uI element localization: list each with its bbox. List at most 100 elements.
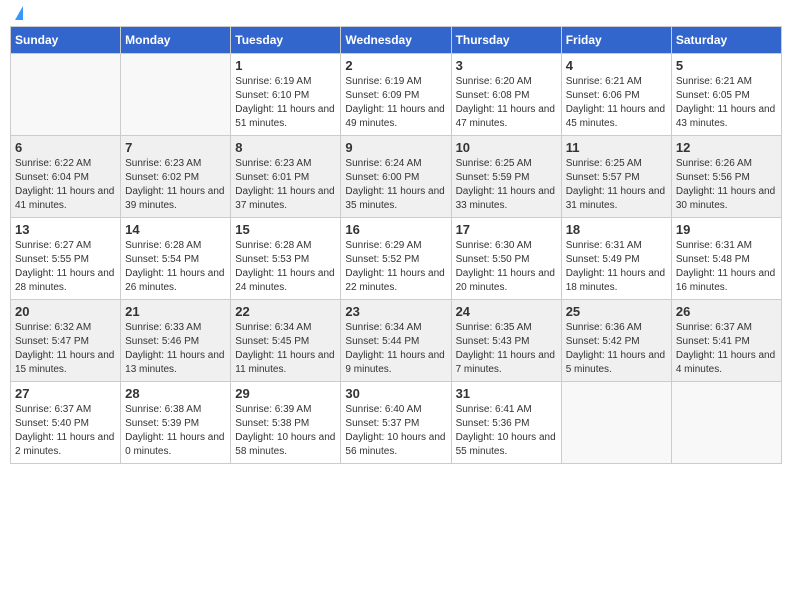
- day-number: 22: [235, 304, 336, 319]
- calendar-cell: 10Sunrise: 6:25 AM Sunset: 5:59 PM Dayli…: [451, 136, 561, 218]
- calendar-cell: 30Sunrise: 6:40 AM Sunset: 5:37 PM Dayli…: [341, 382, 451, 464]
- day-info: Sunrise: 6:41 AM Sunset: 5:36 PM Dayligh…: [456, 403, 557, 459]
- calendar-cell: 15 Sunrise: 6:28 AM Sunset: 5:53 PM Dayli…: [231, 218, 341, 300]
- calendar-table: SundayMondayTuesdayWednesdayThursdayFrid…: [10, 26, 782, 464]
- day-number: 29: [235, 386, 336, 401]
- day-number: 14: [125, 222, 226, 237]
- day-number: 23: [345, 304, 446, 319]
- day-number: 4: [566, 58, 667, 73]
- day-info: Sunrise: 6:27 AM Sunset: 5:55 PM Dayligh…: [15, 239, 116, 295]
- calendar-cell: 29 Sunrise: 6:39 AM Sunset: 5:38 PM Dayli…: [231, 382, 341, 464]
- calendar-week-1: 1 Sunrise: 6:19 AM Sunset: 6:10 PM Daylig…: [11, 54, 782, 136]
- day-number: 13: [15, 222, 116, 237]
- calendar-cell: 23 Sunrise: 6:34 AM Sunset: 5:44 PM Dayli…: [341, 300, 451, 382]
- day-number: 17: [456, 222, 557, 237]
- day-info: Sunrise: 6:24 AM Sunset: 6:00 PM Dayligh…: [345, 157, 446, 213]
- day-header-thursday: Thursday: [451, 27, 561, 54]
- day-info: Sunrise: 6:39 AM Sunset: 5:38 PM Dayligh…: [235, 403, 336, 459]
- day-number: 3: [456, 58, 557, 73]
- day-header-monday: Monday: [121, 27, 231, 54]
- day-info: Sunrise: 6:21 AM Sunset: 6:05 PM Dayligh…: [676, 75, 777, 131]
- day-number: 19: [676, 222, 777, 237]
- day-info: Sunrise: 6:19 AM Sunset: 6:09 PM Dayligh…: [345, 75, 446, 131]
- calendar-cell: 26 Sunrise: 6:37 AM Sunset: 5:41 PM Dayli…: [671, 300, 781, 382]
- day-header-wednesday: Wednesday: [341, 27, 451, 54]
- calendar-cell: 22Sunrise: 6:34 AM Sunset: 5:45 PM Dayli…: [231, 300, 341, 382]
- day-info: Sunrise: 6:37 AM Sunset: 5:40 PM Dayligh…: [15, 403, 116, 459]
- calendar-cell: 2Sunrise: 6:19 AM Sunset: 6:09 PM Daylig…: [341, 54, 451, 136]
- day-number: 26: [676, 304, 777, 319]
- day-number: 7: [125, 140, 226, 155]
- day-info: Sunrise: 6:23 AM Sunset: 6:01 PM Dayligh…: [235, 157, 336, 213]
- day-info: Sunrise: 6:31 AM Sunset: 5:48 PM Dayligh…: [676, 239, 777, 295]
- calendar-week-2: 6 Sunrise: 6:22 AM Sunset: 6:04 PM Daylig…: [11, 136, 782, 218]
- day-info: Sunrise: 6:40 AM Sunset: 5:37 PM Dayligh…: [345, 403, 446, 459]
- page-header: [10, 10, 782, 18]
- day-info: Sunrise: 6:38 AM Sunset: 5:39 PM Dayligh…: [125, 403, 226, 459]
- calendar-cell: 5 Sunrise: 6:21 AM Sunset: 6:05 PM Daylig…: [671, 54, 781, 136]
- day-info: Sunrise: 6:20 AM Sunset: 6:08 PM Dayligh…: [456, 75, 557, 131]
- day-info: Sunrise: 6:21 AM Sunset: 6:06 PM Dayligh…: [566, 75, 667, 131]
- day-info: Sunrise: 6:28 AM Sunset: 5:53 PM Dayligh…: [235, 239, 336, 295]
- day-header-sunday: Sunday: [11, 27, 121, 54]
- day-info: Sunrise: 6:29 AM Sunset: 5:52 PM Dayligh…: [345, 239, 446, 295]
- day-number: 15: [235, 222, 336, 237]
- calendar-cell: 11 Sunrise: 6:25 AM Sunset: 5:57 PM Dayli…: [561, 136, 671, 218]
- day-info: Sunrise: 6:36 AM Sunset: 5:42 PM Dayligh…: [566, 321, 667, 377]
- calendar-cell: [121, 54, 231, 136]
- day-info: Sunrise: 6:23 AM Sunset: 6:02 PM Dayligh…: [125, 157, 226, 213]
- day-number: 16: [345, 222, 446, 237]
- day-number: 9: [345, 140, 446, 155]
- day-number: 1: [235, 58, 336, 73]
- calendar-cell: 24Sunrise: 6:35 AM Sunset: 5:43 PM Dayli…: [451, 300, 561, 382]
- day-info: Sunrise: 6:19 AM Sunset: 6:10 PM Dayligh…: [235, 75, 336, 131]
- day-number: 10: [456, 140, 557, 155]
- day-info: Sunrise: 6:25 AM Sunset: 5:57 PM Dayligh…: [566, 157, 667, 213]
- calendar-cell: 6 Sunrise: 6:22 AM Sunset: 6:04 PM Daylig…: [11, 136, 121, 218]
- day-number: 31: [456, 386, 557, 401]
- day-info: Sunrise: 6:31 AM Sunset: 5:49 PM Dayligh…: [566, 239, 667, 295]
- day-header-tuesday: Tuesday: [231, 27, 341, 54]
- day-number: 20: [15, 304, 116, 319]
- calendar-cell: [11, 54, 121, 136]
- day-info: Sunrise: 6:35 AM Sunset: 5:43 PM Dayligh…: [456, 321, 557, 377]
- calendar-cell: 7 Sunrise: 6:23 AM Sunset: 6:02 PM Daylig…: [121, 136, 231, 218]
- calendar-cell: 27Sunrise: 6:37 AM Sunset: 5:40 PM Dayli…: [11, 382, 121, 464]
- calendar-cell: 1 Sunrise: 6:19 AM Sunset: 6:10 PM Daylig…: [231, 54, 341, 136]
- day-info: Sunrise: 6:30 AM Sunset: 5:50 PM Dayligh…: [456, 239, 557, 295]
- day-info: Sunrise: 6:22 AM Sunset: 6:04 PM Dayligh…: [15, 157, 116, 213]
- day-number: 28: [125, 386, 226, 401]
- day-number: 21: [125, 304, 226, 319]
- calendar-cell: 31 Sunrise: 6:41 AM Sunset: 5:36 PM Dayli…: [451, 382, 561, 464]
- calendar-cell: [561, 382, 671, 464]
- calendar-cell: 14 Sunrise: 6:28 AM Sunset: 5:54 PM Dayli…: [121, 218, 231, 300]
- calendar-cell: 25 Sunrise: 6:36 AM Sunset: 5:42 PM Dayli…: [561, 300, 671, 382]
- calendar-cell: 13 Sunrise: 6:27 AM Sunset: 5:55 PM Dayli…: [11, 218, 121, 300]
- day-info: Sunrise: 6:37 AM Sunset: 5:41 PM Dayligh…: [676, 321, 777, 377]
- calendar-week-4: 20Sunrise: 6:32 AM Sunset: 5:47 PM Dayli…: [11, 300, 782, 382]
- day-header-saturday: Saturday: [671, 27, 781, 54]
- day-info: Sunrise: 6:28 AM Sunset: 5:54 PM Dayligh…: [125, 239, 226, 295]
- day-info: Sunrise: 6:26 AM Sunset: 5:56 PM Dayligh…: [676, 157, 777, 213]
- day-number: 8: [235, 140, 336, 155]
- calendar-week-3: 13 Sunrise: 6:27 AM Sunset: 5:55 PM Dayli…: [11, 218, 782, 300]
- calendar-cell: 20Sunrise: 6:32 AM Sunset: 5:47 PM Dayli…: [11, 300, 121, 382]
- calendar-week-5: 27Sunrise: 6:37 AM Sunset: 5:40 PM Dayli…: [11, 382, 782, 464]
- calendar-cell: 3 Sunrise: 6:20 AM Sunset: 6:08 PM Daylig…: [451, 54, 561, 136]
- calendar-cell: 17 Sunrise: 6:30 AM Sunset: 5:50 PM Dayli…: [451, 218, 561, 300]
- calendar-cell: 9 Sunrise: 6:24 AM Sunset: 6:00 PM Daylig…: [341, 136, 451, 218]
- logo-bird-icon: [15, 6, 23, 20]
- calendar-cell: 12 Sunrise: 6:26 AM Sunset: 5:56 PM Dayli…: [671, 136, 781, 218]
- day-number: 12: [676, 140, 777, 155]
- day-info: Sunrise: 6:34 AM Sunset: 5:44 PM Dayligh…: [345, 321, 446, 377]
- day-number: 25: [566, 304, 667, 319]
- day-number: 6: [15, 140, 116, 155]
- logo: [10, 10, 23, 18]
- calendar-cell: 18Sunrise: 6:31 AM Sunset: 5:49 PM Dayli…: [561, 218, 671, 300]
- calendar-cell: 21 Sunrise: 6:33 AM Sunset: 5:46 PM Dayli…: [121, 300, 231, 382]
- day-number: 5: [676, 58, 777, 73]
- day-info: Sunrise: 6:33 AM Sunset: 5:46 PM Dayligh…: [125, 321, 226, 377]
- day-number: 11: [566, 140, 667, 155]
- calendar-cell: 28 Sunrise: 6:38 AM Sunset: 5:39 PM Dayli…: [121, 382, 231, 464]
- calendar-cell: 16 Sunrise: 6:29 AM Sunset: 5:52 PM Dayli…: [341, 218, 451, 300]
